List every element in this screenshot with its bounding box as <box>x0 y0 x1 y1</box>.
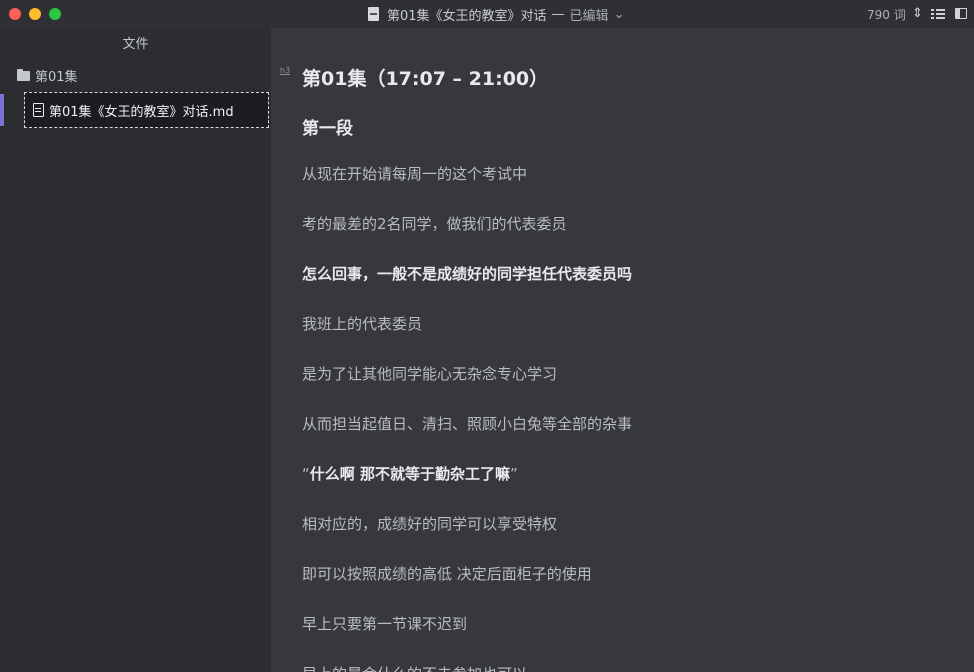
paragraph-line[interactable]: 从而担当起值日、清扫、照顾小白兔等全部的杂事 <box>302 413 632 434</box>
file-label: 第01集《女王的教室》对话.md <box>49 104 234 120</box>
heading-section[interactable]: 第一段 <box>302 114 353 139</box>
file-icon <box>33 103 44 117</box>
paragraph-line-quote[interactable]: “什么啊 那不就等于勤杂工了嘛” <box>302 463 518 484</box>
paragraph-line[interactable]: 即可以按照成绩的高低 决定后面柜子的使用 <box>302 563 592 584</box>
app-window: 第01集《女王的教室》对话 — 已编辑 ⌄ 790 词 ⇕ 文件 第01集 第0… <box>0 0 974 672</box>
paragraph-line[interactable]: 早上的晨会什么的不去参加也可以 <box>302 663 527 672</box>
sidebar-toggle-icon[interactable] <box>955 8 967 19</box>
open-quote: “ <box>302 465 310 483</box>
up-down-chevron-icon[interactable]: ⇕ <box>912 6 923 22</box>
minimize-button[interactable] <box>29 8 41 20</box>
folder-item[interactable]: 第01集 <box>17 66 78 85</box>
paragraph-line[interactable]: 考的最差的2名同学，做我们的代表委员 <box>302 213 567 234</box>
window-title[interactable]: 第01集《女王的教室》对话 — 已编辑 ⌄ <box>368 5 625 24</box>
paragraph-line-bold[interactable]: 怎么回事，一般不是成绩好的同学担任代表委员吗 <box>302 263 632 284</box>
chevron-down-icon: ⌄ <box>613 6 625 22</box>
heading-episode[interactable]: 第01集（17:07 – 21:00） <box>302 64 548 91</box>
active-indicator <box>0 94 4 126</box>
paragraph-line[interactable]: 早上只要第一节课不迟到 <box>302 613 467 634</box>
paragraph-line[interactable]: 相对应的，成绩好的同学可以享受特权 <box>302 513 557 534</box>
close-quote: ” <box>510 465 518 483</box>
file-item[interactable]: 第01集《女王的教室》对话.md <box>24 92 269 128</box>
paragraph-line[interactable]: 是为了让其他同学能心无杂念专心学习 <box>302 363 557 384</box>
file-sidebar: 文件 第01集 第01集《女王的教室》对话.md <box>0 28 271 672</box>
edit-status: 已编辑 <box>569 8 609 24</box>
word-count[interactable]: 790 词 <box>867 6 906 23</box>
paragraph-line[interactable]: 从现在开始请每周一的这个考试中 <box>302 163 527 184</box>
title-separator: — <box>551 6 565 22</box>
folder-icon <box>17 68 30 81</box>
heading-level-marker: h3 <box>280 66 291 75</box>
editor-area[interactable]: h3 第01集（17:07 – 21:00） 第一段 从现在开始请每周一的这个考… <box>271 28 974 672</box>
folder-label: 第01集 <box>35 70 78 85</box>
maximize-button[interactable] <box>49 8 61 20</box>
sidebar-title: 文件 <box>122 37 149 52</box>
paragraph-line[interactable]: 我班上的代表委员 <box>302 313 422 334</box>
title-bar: 第01集《女王的教室》对话 — 已编辑 ⌄ 790 词 ⇕ <box>0 0 974 28</box>
outline-list-icon[interactable] <box>931 6 945 22</box>
close-button[interactable] <box>9 8 21 20</box>
quote-text: 什么啊 那不就等于勤杂工了嘛 <box>309 465 511 483</box>
document-title: 第01集《女王的教室》对话 <box>387 8 547 24</box>
document-icon <box>368 7 379 21</box>
